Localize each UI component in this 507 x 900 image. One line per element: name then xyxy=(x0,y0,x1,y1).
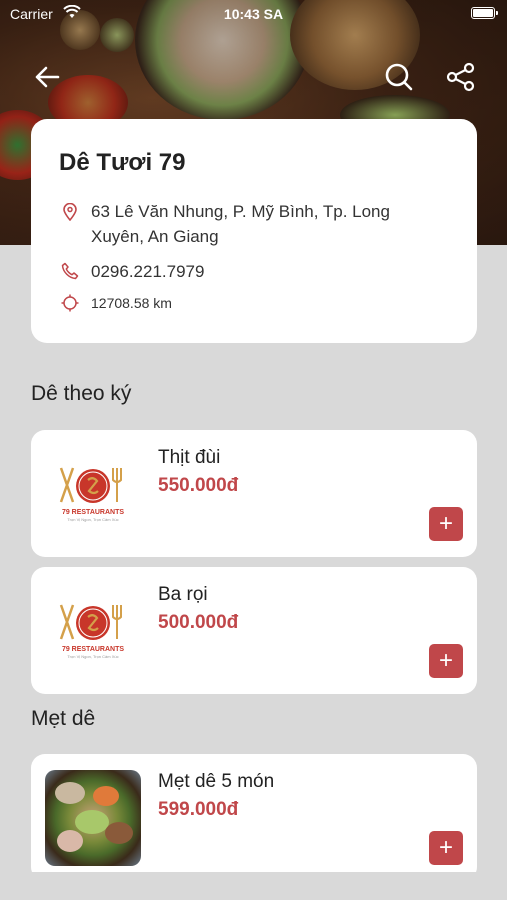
restaurant-logo-icon: 79 RESTAURANTS Trọn Vị Ngon, Trọn Cảm Xú… xyxy=(59,604,124,659)
restaurant-info-card: Dê Tươi 79 63 Lê Văn Nhung, P. Mỹ Bình, … xyxy=(31,119,477,343)
share-icon xyxy=(446,62,475,92)
item-name: Thịt đùi xyxy=(158,447,221,468)
restaurant-logo-icon: 79 RESTAURANTS Trọn Vị Ngon, Trọn Cảm Xú… xyxy=(59,467,124,522)
bottom-safe-area xyxy=(0,872,507,900)
back-arrow-icon xyxy=(35,66,60,88)
item-price: 500.000đ xyxy=(158,612,239,633)
add-to-cart-button[interactable]: + xyxy=(429,507,463,541)
item-price: 599.000đ xyxy=(158,799,239,820)
item-price: 550.000đ xyxy=(158,475,239,496)
svg-text:Trọn Vị Ngon, Trọn Cảm Xúc: Trọn Vị Ngon, Trọn Cảm Xúc xyxy=(67,517,118,522)
add-to-cart-button[interactable]: + xyxy=(429,831,463,865)
restaurant-logo-image: 79 RESTAURANTS Trọn Vị Ngon, Trọn Cảm Xú… xyxy=(45,583,141,679)
clock: 10:43 SA xyxy=(223,6,284,22)
distance-text: 12708.58 km xyxy=(91,295,172,311)
status-bar: Carrier 10:43 SA xyxy=(0,0,507,28)
phone-number[interactable]: 0296.221.7979 xyxy=(91,259,204,284)
restaurant-name: Dê Tươi 79 xyxy=(59,149,186,176)
phone-row[interactable]: 0296.221.7979 xyxy=(59,259,449,284)
svg-text:Trọn Vị Ngon, Trọn Cảm Xúc: Trọn Vị Ngon, Trọn Cảm Xúc xyxy=(67,654,118,659)
search-button[interactable] xyxy=(382,60,416,94)
phone-icon xyxy=(61,262,79,280)
section-title-met-de: Mẹt dê xyxy=(31,707,96,730)
back-button[interactable] xyxy=(30,60,64,94)
svg-text:79 RESTAURANTS: 79 RESTAURANTS xyxy=(62,646,124,653)
battery-icon xyxy=(471,7,495,19)
address-text: 63 Lê Văn Nhung, P. Mỹ Bình, Tp. Long Xu… xyxy=(91,202,390,246)
svg-text:79 RESTAURANTS: 79 RESTAURANTS xyxy=(62,509,124,516)
search-icon xyxy=(385,63,413,91)
item-name: Ba rọi xyxy=(158,584,208,605)
distance-row: 12708.58 km xyxy=(59,292,449,314)
menu-item-card[interactable]: Mẹt dê 5 món 599.000đ + xyxy=(31,754,477,881)
item-name: Mẹt dê 5 món xyxy=(158,771,275,792)
restaurant-logo-image: 79 RESTAURANTS Trọn Vị Ngon, Trọn Cảm Xú… xyxy=(45,446,141,542)
crosshair-icon xyxy=(61,294,79,312)
menu-item-card[interactable]: 79 RESTAURANTS Trọn Vị Ngon, Trọn Cảm Xú… xyxy=(31,567,477,694)
menu-item-card[interactable]: 79 RESTAURANTS Trọn Vị Ngon, Trọn Cảm Xú… xyxy=(31,430,477,557)
address-row: 63 Lê Văn Nhung, P. Mỹ Bình, Tp. Long Xu… xyxy=(59,199,449,249)
add-to-cart-button[interactable]: + xyxy=(429,644,463,678)
section-title-de-theo-ky: Dê theo ký xyxy=(31,382,132,405)
food-photo xyxy=(45,770,141,866)
share-button[interactable] xyxy=(444,60,478,94)
location-pin-icon xyxy=(63,203,77,221)
